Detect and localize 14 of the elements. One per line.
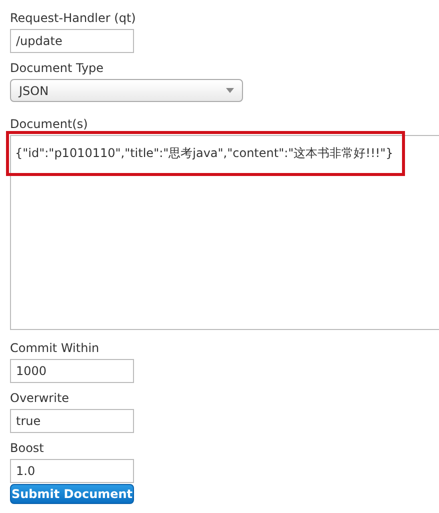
field-label: Commit Within: [10, 340, 100, 356]
input-field[interactable]: true: [10, 409, 134, 433]
field-label: Request-Handler (qt): [10, 10, 137, 26]
field-label: Overwrite: [10, 390, 70, 406]
input-field[interactable]: /update: [10, 29, 134, 53]
caret-icon: [226, 88, 234, 93]
type-dropdown[interactable]: JSON: [10, 79, 243, 102]
input-field[interactable]: 1000: [10, 359, 134, 383]
submit-button[interactable]: Submit Document: [10, 484, 134, 504]
input-field[interactable]: 1.0: [10, 459, 134, 483]
field-label: Boost: [10, 440, 45, 456]
field-label: Document Type: [10, 60, 105, 76]
field-label: Document(s): [10, 116, 89, 132]
document-textarea[interactable]: {"id":"p1010110","title":"思考java","content":"这本书非常好!!!"}: [10, 135, 439, 330]
